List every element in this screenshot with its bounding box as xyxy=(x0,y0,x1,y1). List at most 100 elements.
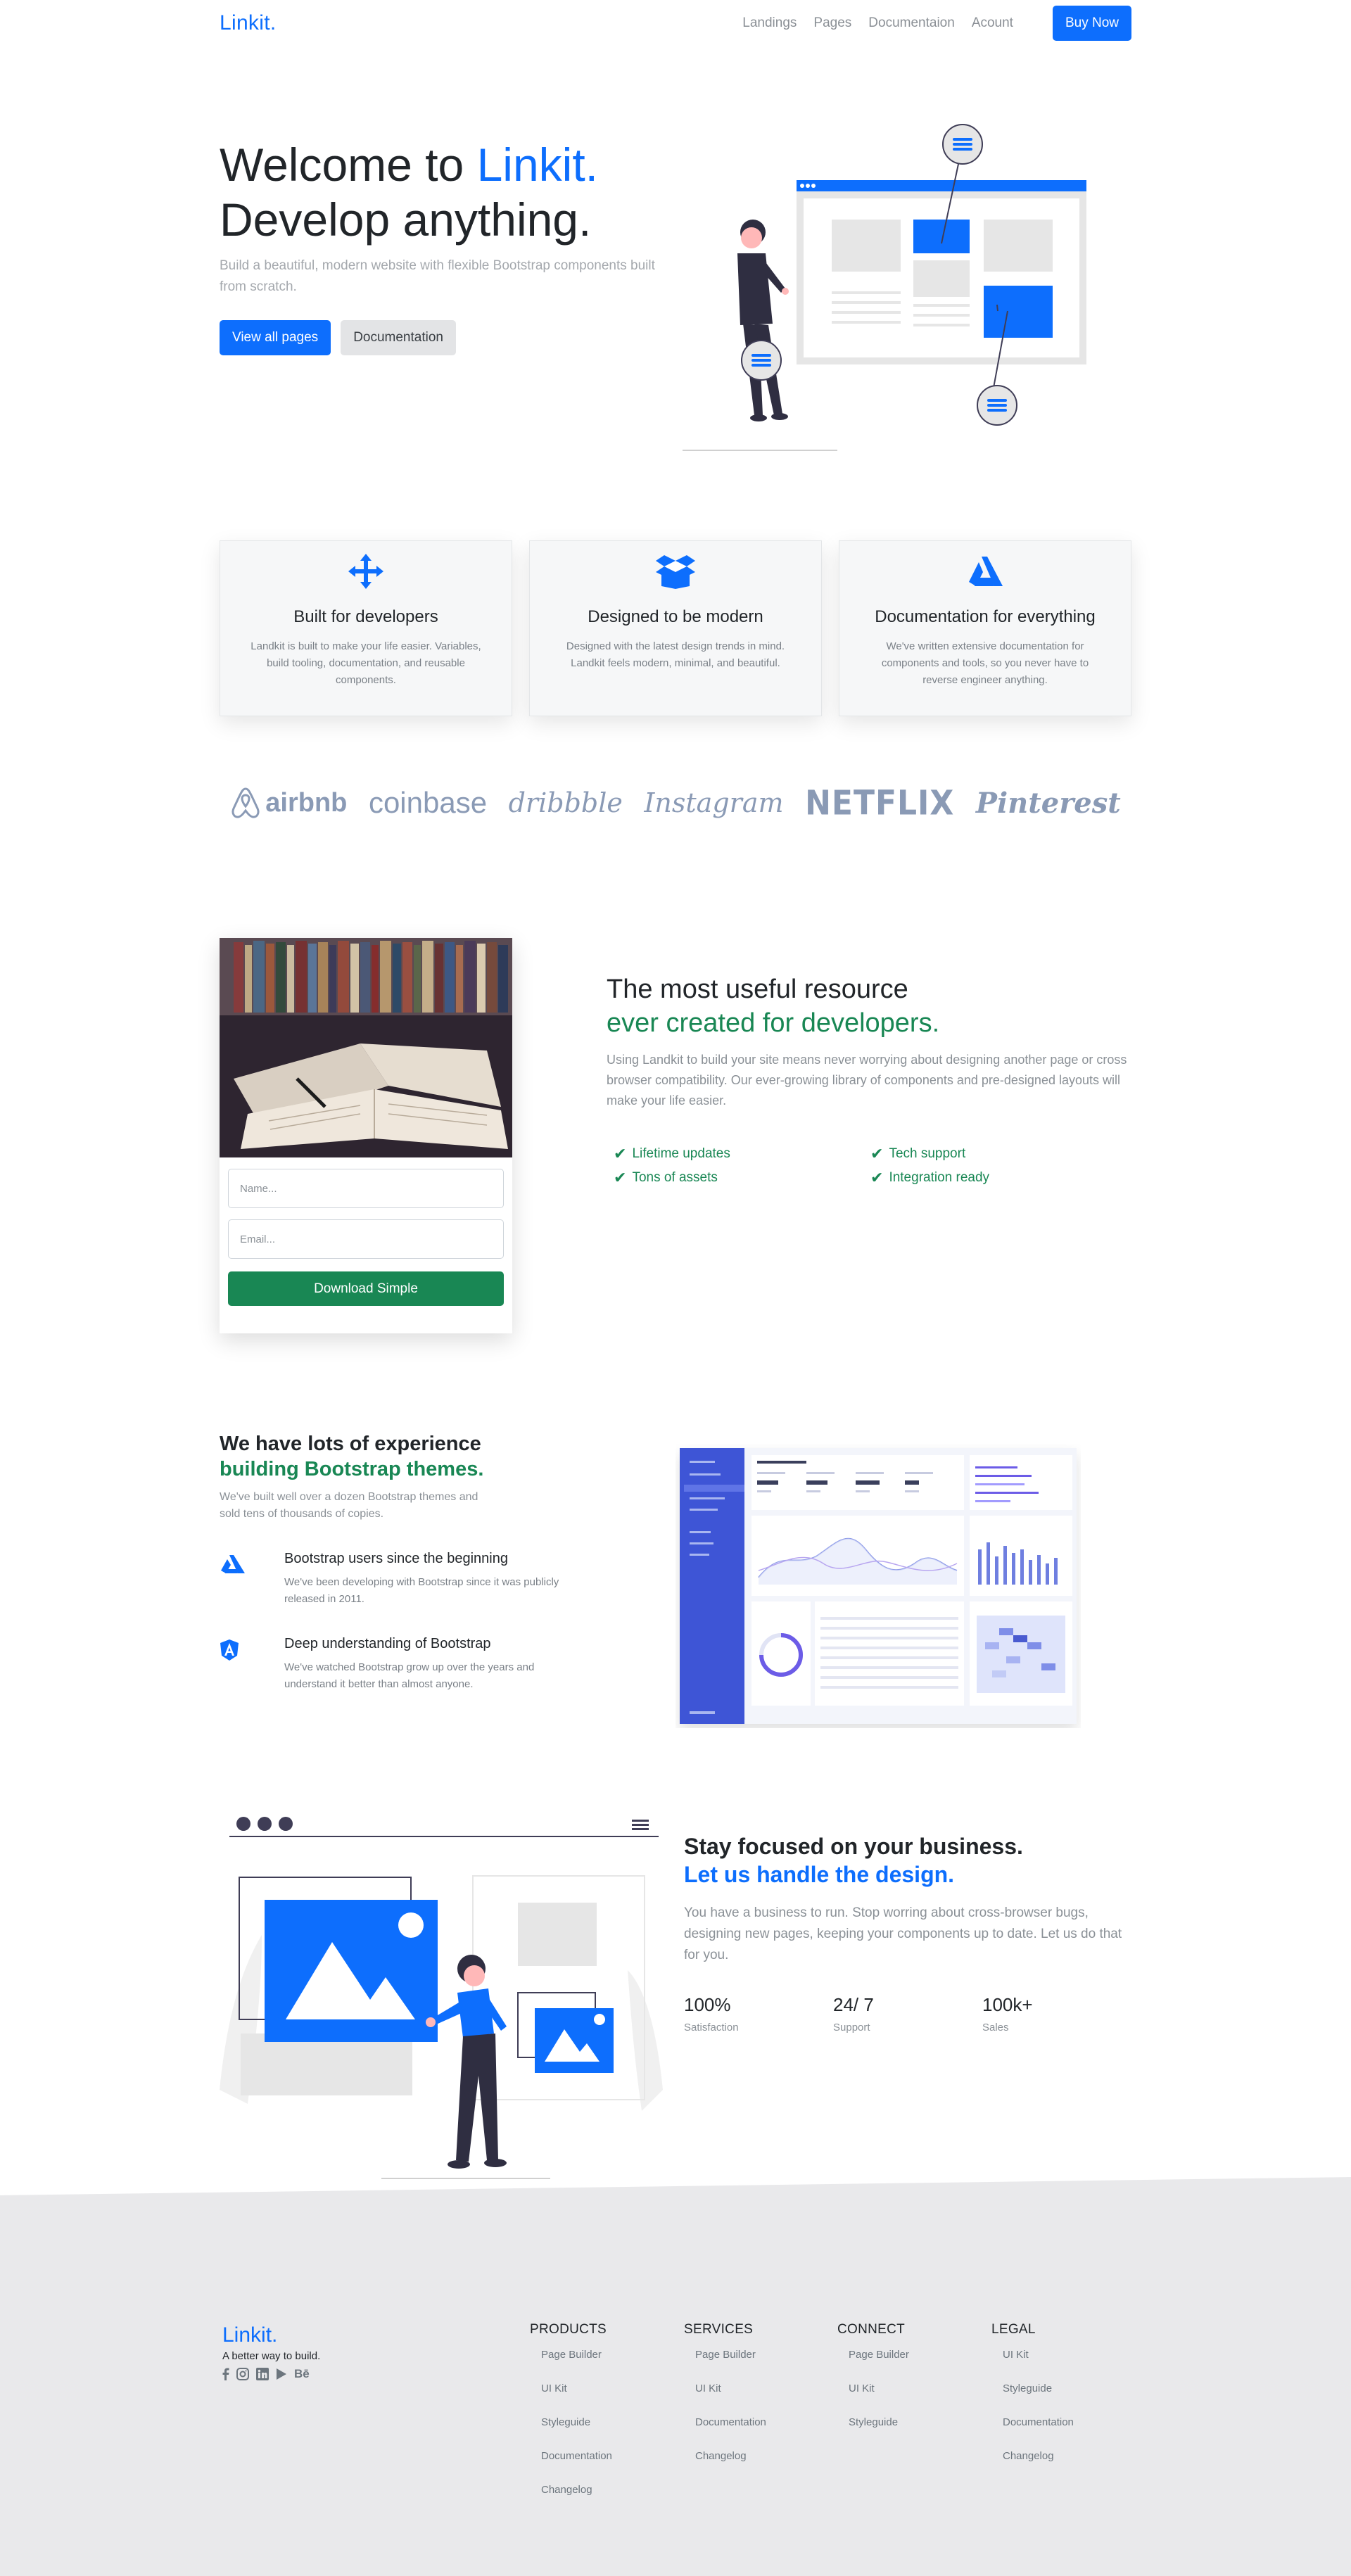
instagram-icon[interactable] xyxy=(236,2368,249,2384)
hero-buttons: View all pages Documentation xyxy=(220,320,670,355)
feature-card: Built for developers Landkit is built to… xyxy=(220,540,512,716)
experience-heading: We have lots of experience xyxy=(220,1433,481,1455)
stats-row: 100% Satisfaction 24/ 7 Support 100k+ Sa… xyxy=(684,1994,1131,2033)
hero-title-prefix: Welcome to xyxy=(220,139,477,191)
feature-checklist: ✔ Lifetime updates ✔ Tech support ✔ Tons of… xyxy=(607,1145,1131,1187)
stat-label: Satisfaction xyxy=(684,2022,739,2033)
buy-now-button[interactable]: Buy Now xyxy=(1052,6,1131,41)
check-icon: ✔ xyxy=(870,1169,884,1186)
footer-link[interactable]: Changelog xyxy=(991,2450,1074,2484)
stat-sales: 100k+ Sales xyxy=(982,1994,1131,2033)
email-input[interactable] xyxy=(228,1219,504,1259)
view-all-pages-button[interactable]: View all pages xyxy=(220,320,331,355)
feature-card: Documentation for everything We've writt… xyxy=(839,540,1131,716)
experience-heading-accent: building Bootstrap themes. xyxy=(220,1458,484,1480)
box-icon xyxy=(656,555,695,589)
behance-icon[interactable]: Bē xyxy=(294,2368,310,2384)
airbnb-mark-icon xyxy=(231,787,260,818)
check-label: Tech support xyxy=(889,1146,966,1161)
feature-text: Designed with the latest design trends i… xyxy=(566,640,785,669)
arrows-move-icon xyxy=(348,554,383,589)
check-label: Lifetime updates xyxy=(632,1146,730,1161)
resource-section: The most useful resource ever created fo… xyxy=(607,972,1131,1187)
footer-link[interactable]: Changelog xyxy=(684,2450,766,2484)
footer-link[interactable]: Styleguide xyxy=(530,2416,612,2450)
play-icon[interactable] xyxy=(276,2368,287,2384)
footer-column-title: CONNECT xyxy=(837,2322,906,2337)
footer-link[interactable]: Documentation xyxy=(684,2416,766,2450)
footer-link[interactable]: UI Kit xyxy=(530,2383,612,2416)
navbar: Linkit. Landings Pages Documentaion Acou… xyxy=(220,0,1131,46)
check-label: Integration ready xyxy=(889,1170,990,1185)
nav-link-account[interactable]: Acount xyxy=(972,15,1013,31)
linkedin-icon[interactable] xyxy=(256,2368,269,2384)
hero-section: Welcome to Linkit. Develop anything. Buil… xyxy=(220,137,670,355)
download-button[interactable]: Download Simple xyxy=(228,1271,504,1306)
logos-strip: airbnb coinbase dribbble Instagram NETFL… xyxy=(220,778,1131,827)
hero-title: Welcome to Linkit. Develop anything. xyxy=(220,137,670,247)
check-item: ✔ Integration ready xyxy=(870,1169,1127,1187)
download-form: Download Simple xyxy=(220,1169,512,1306)
hero-title-line2: Develop anything. xyxy=(220,193,592,246)
airbnb-wordmark: airbnb xyxy=(265,787,348,818)
check-icon: ✔ xyxy=(870,1145,884,1162)
footer-logo[interactable]: Linkit. xyxy=(222,2323,320,2347)
footer-link[interactable]: Styleguide xyxy=(837,2416,909,2450)
focus-heading: Stay focused on your business. xyxy=(684,1834,1023,1859)
footer-link[interactable]: Page Builder xyxy=(530,2349,612,2383)
footer-column-services: SERVICES Page Builder UI Kit Documentati… xyxy=(684,2322,766,2484)
features-section: Built for developers Landkit is built to… xyxy=(220,540,1131,716)
experience-item-title: Bootstrap users since the beginning xyxy=(284,1551,508,1566)
experience-subtitle: We've built well over a dozen Bootstrap … xyxy=(220,1491,478,1520)
stat-value: 24/ 7 xyxy=(833,1994,874,2015)
check-item: ✔ Tons of assets xyxy=(614,1169,870,1187)
focus-paragraph: You have a business to run. Stop worring… xyxy=(684,1905,1122,1962)
hero-title-accent: Linkit. xyxy=(476,139,598,191)
documentation-button[interactable]: Documentation xyxy=(341,320,456,355)
footer-link[interactable]: Page Builder xyxy=(837,2349,909,2383)
footer-column-products: PRODUCTS Page Builder UI Kit Styleguide … xyxy=(530,2322,612,2518)
social-links: Bē xyxy=(222,2368,320,2384)
resource-paragraph: Using Landkit to build your site means n… xyxy=(607,1053,1127,1108)
stat-label: Support xyxy=(833,2022,870,2033)
footer-column-connect: CONNECT Page Builder UI Kit Styleguide xyxy=(837,2322,909,2450)
books-photo xyxy=(220,938,512,1157)
stat-value: 100k+ xyxy=(982,1994,1033,2015)
footer-link[interactable]: Page Builder xyxy=(684,2349,766,2383)
nav-link-landings[interactable]: Landings xyxy=(742,15,797,31)
name-input[interactable] xyxy=(228,1169,504,1208)
experience-item: Deep understanding of Bootstrap We've wa… xyxy=(220,1636,614,1693)
footer-brand: Linkit. A better way to build. Bē xyxy=(222,2323,320,2384)
footer-link[interactable]: UI Kit xyxy=(684,2383,766,2416)
feature-title: Designed to be modern xyxy=(588,607,763,626)
experience-section: We have lots of experience building Boot… xyxy=(220,1431,614,1693)
footer-link[interactable]: Documentation xyxy=(530,2450,612,2484)
footer-link[interactable]: UI Kit xyxy=(991,2349,1074,2383)
check-label: Tons of assets xyxy=(632,1170,718,1185)
footer-link[interactable]: Changelog xyxy=(530,2484,612,2518)
download-card: Download Simple xyxy=(220,938,512,1333)
footer-tagline: A better way to build. xyxy=(222,2350,321,2362)
footer-column-title: PRODUCTS xyxy=(530,2322,607,2337)
footer-link[interactable]: Documentation xyxy=(991,2416,1074,2450)
focus-section: Stay focused on your business. Let us ha… xyxy=(684,1832,1131,2033)
feature-text: Landkit is built to make your life easie… xyxy=(250,640,481,686)
nav-link-pages[interactable]: Pages xyxy=(813,15,851,31)
facebook-icon[interactable] xyxy=(222,2368,229,2384)
check-item: ✔ Lifetime updates xyxy=(614,1145,870,1163)
feature-title: Documentation for everything xyxy=(875,607,1096,626)
check-icon: ✔ xyxy=(614,1145,627,1162)
dribbble-logo: dribbble xyxy=(508,787,623,818)
bootstrap-users-icon xyxy=(220,1551,284,1608)
footer-link[interactable]: UI Kit xyxy=(837,2383,909,2416)
focus-heading-accent: Let us handle the design. xyxy=(684,1862,955,1887)
airbnb-logo: airbnb xyxy=(230,787,347,819)
stat-value: 100% xyxy=(684,1994,731,2015)
nav-link-documentation[interactable]: Documentaion xyxy=(868,15,955,31)
footer-background xyxy=(0,2177,1351,2576)
pinterest-logo: Pinterest xyxy=(975,786,1121,820)
footer-link[interactable]: Styleguide xyxy=(991,2383,1074,2416)
design-illustration xyxy=(220,1817,663,2179)
experience-item-title: Deep understanding of Bootstrap xyxy=(284,1636,491,1651)
brand-logo[interactable]: Linkit. xyxy=(220,11,276,35)
